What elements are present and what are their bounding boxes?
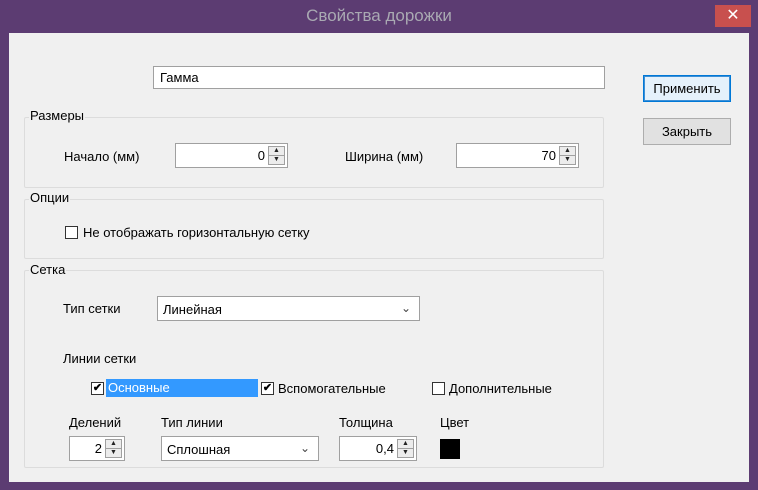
extra-lines-label[interactable]: Дополнительные xyxy=(449,381,552,396)
options-group-label: Опции xyxy=(29,190,71,205)
line-type-label: Тип линии xyxy=(161,415,223,430)
color-swatch[interactable] xyxy=(440,439,460,459)
start-value: 0 xyxy=(257,148,265,163)
spin-down-icon[interactable]: ▼ xyxy=(269,156,284,164)
track-name-value: Гамма xyxy=(160,70,199,85)
close-icon: ✕ xyxy=(726,7,740,24)
sizes-group-label: Размеры xyxy=(29,108,86,123)
spin-down-icon[interactable]: ▼ xyxy=(106,449,121,457)
divisions-value: 2 xyxy=(94,441,102,456)
aux-lines-label[interactable]: Вспомогательные xyxy=(278,381,386,396)
thickness-label: Толщина xyxy=(339,415,393,430)
hide-grid-checkbox[interactable] xyxy=(65,226,78,239)
spin-up-icon[interactable]: ▲ xyxy=(398,440,413,449)
track-name-input[interactable]: Гамма xyxy=(153,66,605,89)
apply-button[interactable]: Применить xyxy=(643,75,731,102)
grid-type-select[interactable]: Линейная ⌄ xyxy=(157,296,420,321)
line-type-select[interactable]: Сплошная ⌄ xyxy=(161,436,319,461)
thickness-spinner[interactable]: ▲ ▼ xyxy=(397,439,414,458)
width-value: 70 xyxy=(541,148,556,163)
aux-lines-checkbox[interactable]: ✔ xyxy=(261,382,274,395)
spin-down-icon[interactable]: ▼ xyxy=(398,449,413,457)
extra-lines-checkbox[interactable] xyxy=(432,382,445,395)
start-stepper[interactable]: 0 ▲ ▼ xyxy=(175,143,288,168)
spin-down-icon[interactable]: ▼ xyxy=(560,156,575,164)
title-bar[interactable]: Свойства дорожки ✕ xyxy=(0,0,758,32)
divisions-spinner[interactable]: ▲ ▼ xyxy=(105,439,122,458)
dialog-body: Гамма Применить Закрыть Размеры Начало (… xyxy=(9,33,749,482)
width-stepper[interactable]: 70 ▲ ▼ xyxy=(456,143,579,168)
thickness-value: 0,4 xyxy=(375,441,394,456)
check-icon: ✔ xyxy=(92,382,103,394)
dialog-window: Свойства дорожки ✕ Гамма Применить Закры… xyxy=(0,0,758,490)
grid-lines-label: Линии сетки xyxy=(63,351,137,366)
thickness-stepper[interactable]: 0,4 ▲ ▼ xyxy=(339,436,417,461)
width-spinner[interactable]: ▲ ▼ xyxy=(559,146,576,165)
close-window-button[interactable]: ✕ xyxy=(715,5,751,27)
grid-group-label: Сетка xyxy=(29,262,67,277)
window-title: Свойства дорожки xyxy=(306,6,452,25)
line-type-value: Сплошная xyxy=(167,442,231,457)
start-spinner[interactable]: ▲ ▼ xyxy=(268,146,285,165)
divisions-stepper[interactable]: 2 ▲ ▼ xyxy=(69,436,125,461)
spin-up-icon[interactable]: ▲ xyxy=(560,147,575,156)
main-lines-label[interactable]: Основные xyxy=(106,379,258,397)
chevron-down-icon: ⌄ xyxy=(400,301,411,315)
width-label: Ширина (мм) xyxy=(345,149,424,164)
chevron-down-icon: ⌄ xyxy=(299,441,310,455)
hide-grid-label[interactable]: Не отображать горизонтальную сетку xyxy=(83,225,310,240)
grid-type-label: Тип сетки xyxy=(63,301,121,316)
check-icon: ✔ xyxy=(262,382,273,394)
grid-type-value: Линейная xyxy=(163,302,222,317)
divisions-label: Делений xyxy=(69,415,122,430)
start-label: Начало (мм) xyxy=(64,149,140,164)
spin-up-icon[interactable]: ▲ xyxy=(269,147,284,156)
main-lines-checkbox[interactable]: ✔ xyxy=(91,382,104,395)
spin-up-icon[interactable]: ▲ xyxy=(106,440,121,449)
close-button[interactable]: Закрыть xyxy=(643,118,731,145)
color-label: Цвет xyxy=(440,415,470,430)
